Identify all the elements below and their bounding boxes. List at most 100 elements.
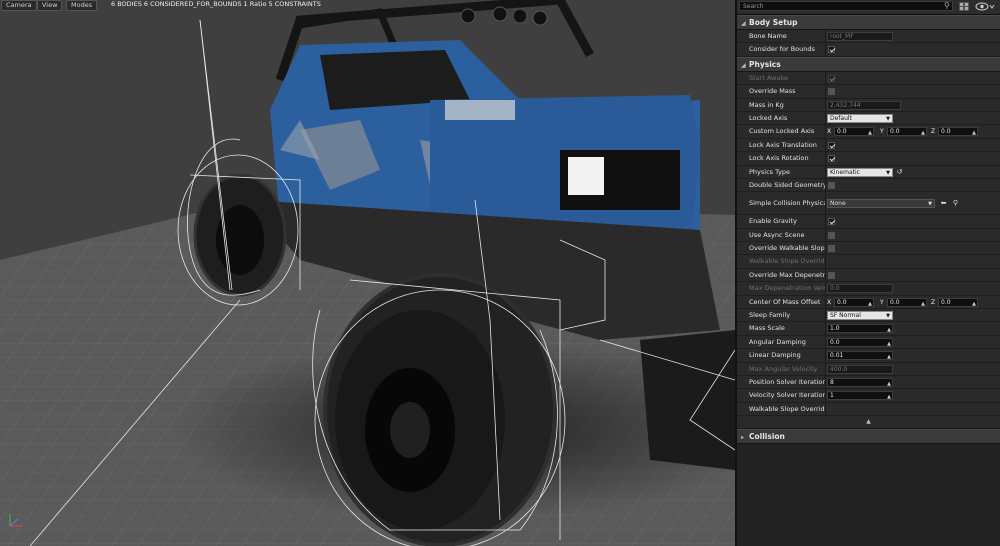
locked-axis-dropdown[interactable]: Default ▼ <box>827 113 893 123</box>
use-selected-asset-arrow-icon[interactable]: ⬅ <box>939 199 948 208</box>
viewport-scene[interactable] <box>0 0 735 546</box>
physical-material-picker[interactable]: None ▼ <box>827 199 935 209</box>
angular-damping-field[interactable]: 0.0 ▲ <box>827 337 893 347</box>
chevron-down-icon: ▼ <box>928 201 932 208</box>
z-label: Z <box>931 298 936 306</box>
view-options-eye-icon[interactable] <box>975 2 995 11</box>
browse-asset-search-icon[interactable]: ⚲ <box>951 199 960 208</box>
sleep-family-dropdown[interactable]: SF Normal ▼ <box>827 311 893 321</box>
reset-to-default-icon[interactable]: ↺ <box>895 168 904 177</box>
enable-gravity-checkbox[interactable] <box>828 218 835 226</box>
collapse-arrow-icon: ◢ <box>741 20 746 27</box>
custom-axis-z-field[interactable]: 0.0 ▲ <box>938 127 978 137</box>
camera-menu-button[interactable]: Camera <box>1 0 37 11</box>
double-sided-geometry-checkbox[interactable] <box>828 181 835 189</box>
physics-type-dropdown[interactable]: Kinematic ▼ <box>827 167 893 177</box>
show-advanced-arrow-icon[interactable]: ▲ <box>737 416 1000 430</box>
max-depenetration-velocity-label: Max Depenetration Velocit <box>749 284 825 293</box>
override-walkable-slope-checkbox[interactable] <box>828 245 835 253</box>
walkable-slope-override-row: Walkable Slope Override <box>737 255 1000 269</box>
y-label: Y <box>880 128 884 136</box>
body-setup-title: Body Setup <box>749 18 798 27</box>
start-awake-checkbox <box>828 74 835 82</box>
max-depenetration-velocity-field: 0.0 <box>827 284 893 294</box>
com-offset-y-value: 0.0 <box>890 298 900 306</box>
locked-axis-value: Default <box>830 114 852 122</box>
position-solver-field[interactable]: 8 ▲ <box>827 377 893 387</box>
mass-scale-value: 1.0 <box>830 325 840 333</box>
collapse-arrow-icon: ◢ <box>741 61 746 69</box>
body-setup-section-header[interactable]: ◢ Body Setup <box>737 15 1000 30</box>
use-async-scene-label: Use Async Scene <box>749 230 805 239</box>
enable-gravity-label: Enable Gravity <box>749 217 797 226</box>
start-awake-row: Start Awake <box>737 71 1000 86</box>
z-label: Z <box>931 128 936 136</box>
com-offset-z-value: 0.0 <box>941 298 951 306</box>
details-search-input[interactable]: Search <box>739 1 953 11</box>
custom-axis-y-value: 0.0 <box>890 128 900 136</box>
spin-icon: ▲ <box>868 130 872 137</box>
velocity-solver-field[interactable]: 1 ▲ <box>827 391 893 401</box>
chevron-down-icon: ▼ <box>886 115 890 122</box>
spin-icon: ▲ <box>887 327 891 334</box>
linear-damping-label: Linear Damping <box>749 351 801 360</box>
locked-axis-label: Locked Axis <box>749 113 788 122</box>
details-panel: Search ⚲ ◢ Body Setup Bone Name root_MF C… <box>735 0 1000 546</box>
custom-locked-axis-row: Custom Locked Axis X 0.0 ▲ Y 0.0 ▲ Z 0.0 ▲ <box>737 125 1000 139</box>
com-offset-z-field[interactable]: 0.0 ▲ <box>938 297 978 307</box>
angular-damping-value: 0.0 <box>830 338 840 346</box>
lock-axis-translation-checkbox[interactable] <box>828 141 835 149</box>
mass-scale-field[interactable]: 1.0 ▲ <box>827 324 893 334</box>
lock-axis-rotation-label: Lock Axis Rotation <box>749 154 809 163</box>
sleep-family-value: SF Normal <box>830 312 861 320</box>
lock-axis-rotation-row: Lock Axis Rotation <box>737 152 1000 166</box>
mass-in-kg-row: Mass in Kg 2,432.744 <box>737 98 1000 112</box>
physical-material-value: None <box>830 200 846 208</box>
enable-gravity-row: Enable Gravity <box>737 215 1000 229</box>
override-mass-checkbox[interactable] <box>828 88 835 96</box>
collision-section-header[interactable]: ▸ Collision <box>737 429 1000 445</box>
details-search-row: Search ⚲ <box>737 0 1000 15</box>
spin-icon: ▲ <box>868 300 872 307</box>
custom-axis-x-field[interactable]: 0.0 ▲ <box>834 127 874 137</box>
axis-gizmo-icon <box>9 514 22 527</box>
max-angular-velocity-label: Max Angular Velocity <box>749 364 818 373</box>
use-async-scene-checkbox[interactable] <box>828 231 835 239</box>
com-offset-y-field[interactable]: 0.0 ▲ <box>887 297 927 307</box>
modes-menu-button[interactable]: Modes <box>66 0 98 11</box>
use-async-scene-row: Use Async Scene <box>737 228 1000 243</box>
override-max-depenetration-row: Override Max Depenetrati <box>737 268 1000 283</box>
walkable-slope-override-row-2: Walkable Slope Override <box>737 402 1000 417</box>
walkable-slope-override-label[interactable]: Walkable Slope Override <box>749 255 825 268</box>
override-max-depenetration-checkbox[interactable] <box>828 271 835 279</box>
override-mass-label: Override Mass <box>749 87 796 96</box>
chevron-down-icon: ▼ <box>886 313 890 320</box>
custom-locked-axis-label[interactable]: Custom Locked Axis <box>749 125 825 138</box>
x-label: X <box>827 128 832 136</box>
mass-scale-label: Mass Scale <box>749 324 785 333</box>
viewport-toolbar: Camera View Modes 6 BODIES 6 CONSIDERED_… <box>0 0 735 11</box>
lock-axis-rotation-checkbox[interactable] <box>828 155 835 163</box>
lock-axis-translation-row: Lock Axis Translation <box>737 138 1000 153</box>
spin-icon: ▲ <box>921 130 925 137</box>
consider-for-bounds-label: Consider for Bounds <box>749 45 815 54</box>
physics-section-header[interactable]: ◢ Physics <box>737 56 1000 72</box>
com-offset-x-value: 0.0 <box>837 298 847 306</box>
bone-name-row: Bone Name root_MF <box>737 30 1000 44</box>
walkable-slope-override-label-2[interactable]: Walkable Slope Override <box>749 403 825 416</box>
max-depenetration-velocity-row: Max Depenetration Velocit 0.0 <box>737 282 1000 296</box>
3d-viewport[interactable]: Camera View Modes 6 BODIES 6 CONSIDERED_… <box>0 0 735 546</box>
consider-for-bounds-checkbox[interactable] <box>828 46 835 54</box>
view-menu-button[interactable]: View <box>37 0 63 11</box>
expand-arrow-icon: ▸ <box>741 434 745 442</box>
bone-name-field: root_MF <box>827 32 893 41</box>
linear-damping-field[interactable]: 0.01 ▲ <box>827 351 893 361</box>
y-label: Y <box>880 298 884 306</box>
property-matrix-icon[interactable] <box>959 2 969 11</box>
sleep-family-row: Sleep Family SF Normal ▼ <box>737 309 1000 323</box>
center-of-mass-offset-label[interactable]: Center Of Mass Offset <box>749 296 825 309</box>
custom-axis-y-field[interactable]: 0.0 ▲ <box>887 127 927 137</box>
com-offset-x-field[interactable]: 0.0 ▲ <box>834 297 874 307</box>
mass-scale-row: Mass Scale 1.0 ▲ <box>737 322 1000 336</box>
override-mass-row: Override Mass <box>737 85 1000 99</box>
